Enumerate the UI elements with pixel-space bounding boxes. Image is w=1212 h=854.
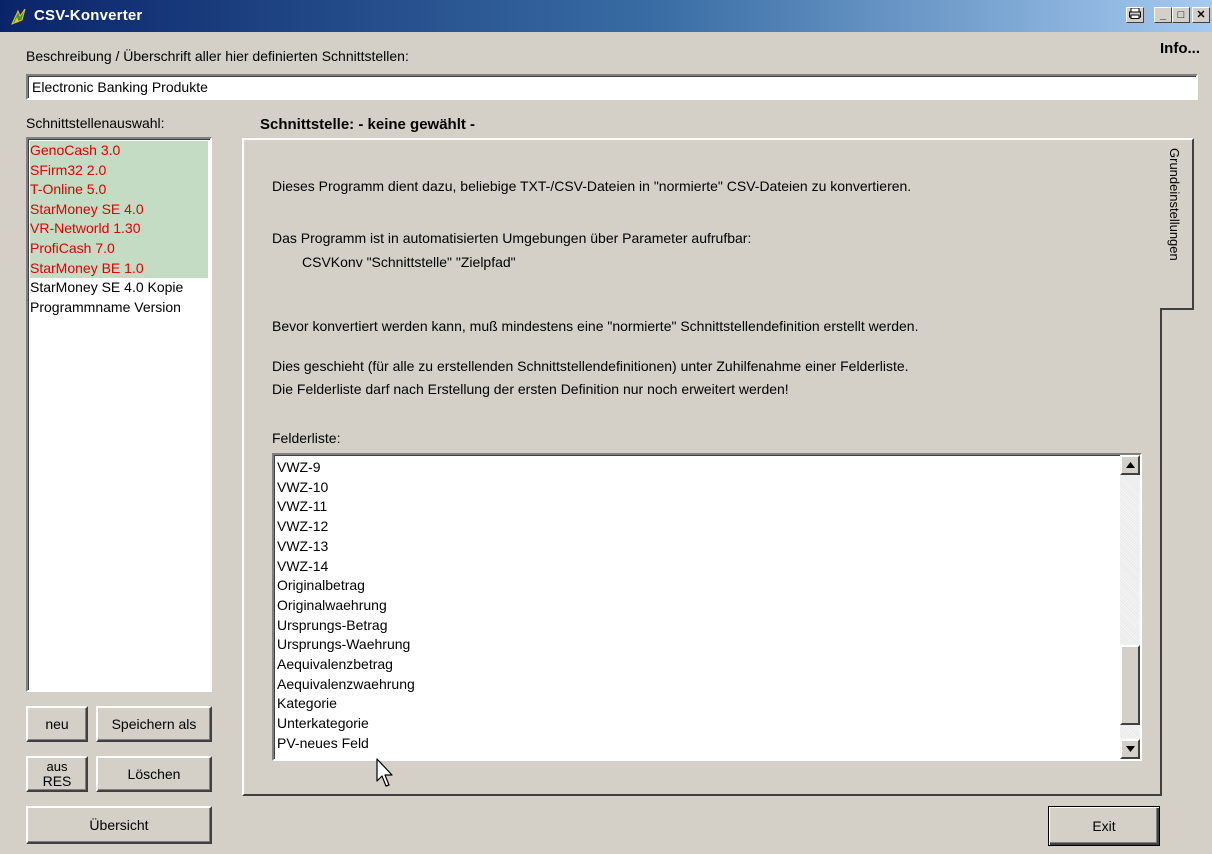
printer-icon — [1129, 7, 1141, 19]
interface-selection-label: Schnittstellenauswahl: — [26, 115, 165, 131]
maximize-button[interactable]: □ — [1172, 7, 1190, 23]
scroll-down-button[interactable] — [1120, 739, 1140, 759]
list-item-program-name-version[interactable]: Programmname Version — [30, 297, 208, 318]
list-item-t-online[interactable]: T-Online 5.0 — [30, 180, 208, 200]
delete-button[interactable]: Löschen — [96, 756, 212, 792]
overview-button[interactable]: Übersicht — [26, 806, 212, 844]
close-icon: ✕ — [1196, 9, 1206, 21]
field-list-scrollbar[interactable] — [1120, 455, 1140, 759]
print-button[interactable] — [1126, 7, 1144, 23]
list-item-starmoney-be[interactable]: StarMoney BE 1.0 — [30, 258, 208, 279]
fieldlist-info-text: Dies geschieht (für alle zu erstellenden… — [272, 358, 909, 374]
list-item[interactable]: Unterkategorie — [277, 714, 1118, 734]
interface-list[interactable]: GenoCash 3.0 SFirm32 2.0 T-Online 5.0 St… — [26, 137, 212, 692]
list-item-genocash[interactable]: GenoCash 3.0 — [30, 141, 208, 161]
list-item[interactable]: VWZ-9 — [277, 458, 1118, 478]
interface-header: Schnittstelle: - keine gewählt - — [260, 116, 476, 133]
intro-text: Dieses Programm dient dazu, beliebige TX… — [272, 178, 912, 194]
list-item-starmoney-se-copy[interactable]: StarMoney SE 4.0 Kopie — [30, 278, 208, 298]
list-item[interactable]: VWZ-13 — [277, 537, 1118, 557]
list-item[interactable]: Originalwaehrung — [277, 596, 1118, 616]
app-window: CSV-Konverter _ □ ✕ Info... Beschreibung… — [0, 0, 1212, 854]
save-as-button[interactable]: Speichern als — [96, 706, 212, 742]
fieldlist-warning-text: Die Felderliste darf nach Erstellung der… — [272, 381, 789, 397]
parameter-text: Das Programm ist in automatisierten Umge… — [272, 230, 752, 246]
list-item-vr-networld[interactable]: VR-Networld 1.30 — [30, 219, 208, 239]
mouse-pointer-icon — [376, 758, 393, 787]
from-res-label-line1: aus — [46, 759, 68, 774]
list-item[interactable]: VWZ-10 — [277, 478, 1118, 498]
list-item[interactable]: VWZ-11 — [277, 497, 1118, 517]
exit-button[interactable]: Exit — [1048, 806, 1160, 846]
list-item[interactable]: Originalbetrag — [277, 576, 1118, 596]
minimize-icon: _ — [1159, 9, 1167, 21]
list-item-proficash[interactable]: ProfiCash 7.0 — [30, 238, 208, 259]
new-button[interactable]: neu — [26, 706, 88, 742]
command-example: CSVKonv "Schnittstelle" "Zielpfad" — [302, 254, 516, 270]
list-item-starmoney-se[interactable]: StarMoney SE 4.0 — [30, 199, 208, 220]
fieldlist-label: Felderliste: — [272, 430, 341, 446]
list-item[interactable]: Kategorie — [277, 694, 1118, 714]
app-leaf-icon — [11, 8, 26, 25]
title-bar[interactable]: CSV-Konverter _ □ ✕ — [0, 0, 1212, 32]
list-item[interactable]: Ursprungs-Betrag — [277, 616, 1118, 636]
scroll-down-arrow-icon — [1125, 746, 1135, 752]
list-item[interactable]: Aequivalenzwaehrung — [277, 675, 1118, 695]
minimize-button[interactable]: _ — [1154, 7, 1172, 23]
field-list-items: VWZ-9 VWZ-10 VWZ-11 VWZ-12 VWZ-13 VWZ-14… — [277, 458, 1118, 759]
list-item-sfirm32[interactable]: SFirm32 2.0 — [30, 160, 208, 181]
list-item[interactable]: Aequivalenzbetrag — [277, 655, 1118, 675]
description-input[interactable] — [26, 74, 1198, 100]
window-title: CSV-Konverter — [34, 7, 143, 24]
close-button[interactable]: ✕ — [1192, 7, 1210, 23]
tab-grundeinstellungen[interactable]: Grundeinstellungen — [1160, 138, 1194, 310]
scroll-up-arrow-icon — [1125, 462, 1135, 468]
scroll-up-button[interactable] — [1120, 455, 1140, 475]
list-item[interactable]: Ursprungs-Waehrung — [277, 635, 1118, 655]
description-label: Beschreibung / Überschrift aller hier de… — [26, 48, 409, 64]
maximize-icon: □ — [1177, 9, 1185, 21]
list-item[interactable]: VWZ-12 — [277, 517, 1118, 537]
field-list[interactable]: VWZ-9 VWZ-10 VWZ-11 VWZ-12 VWZ-13 VWZ-14… — [272, 453, 1142, 761]
from-res-button[interactable]: aus RES — [26, 756, 88, 792]
from-res-label-line2: RES — [42, 773, 72, 789]
list-item[interactable]: VWZ-14 — [277, 557, 1118, 577]
tab-grundeinstellungen-label: Grundeinstellungen — [1167, 148, 1182, 261]
scroll-thumb[interactable] — [1120, 645, 1140, 725]
list-item[interactable]: PV-neues Feld — [277, 734, 1118, 754]
info-menu[interactable]: Info... — [1160, 40, 1200, 57]
requirement-text: Bevor konvertiert werden kann, muß minde… — [272, 318, 919, 334]
